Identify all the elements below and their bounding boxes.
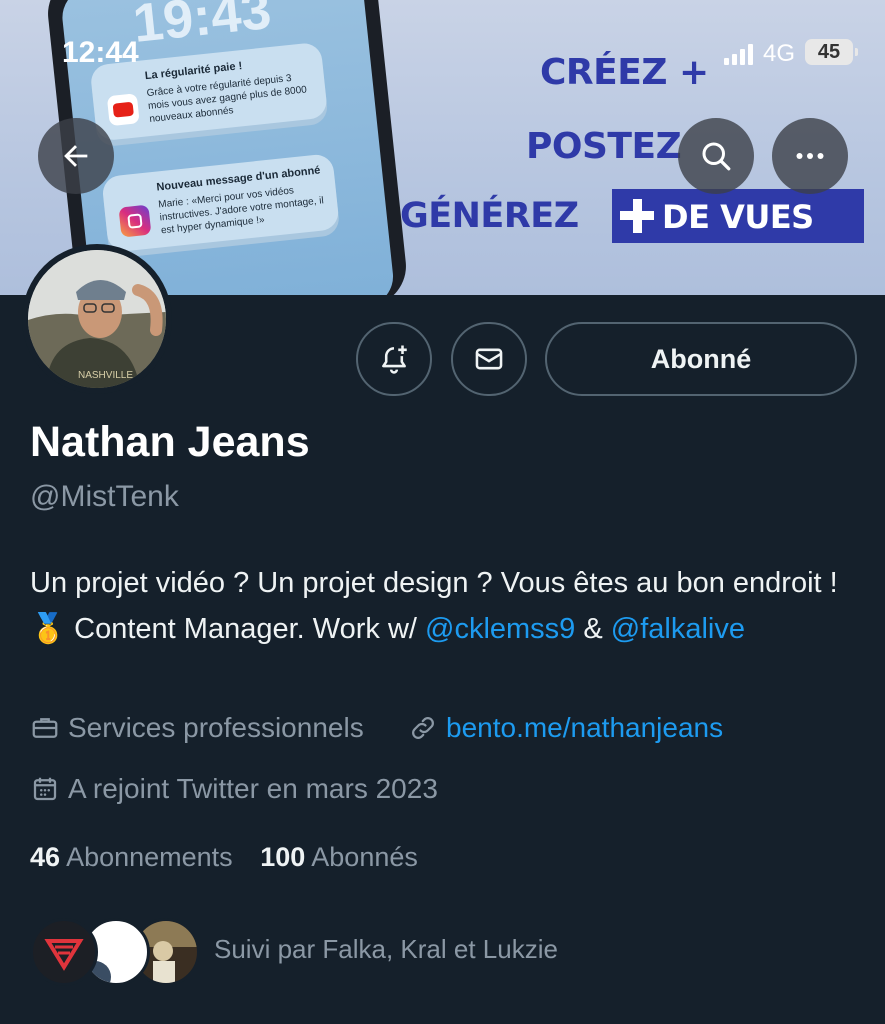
followed-by-text[interactable]: Suivi par Falka, Kral et Lukzie: [214, 934, 558, 965]
network-type: 4G: [762, 40, 795, 67]
briefcase-icon: [32, 718, 58, 738]
search-icon: [702, 142, 731, 171]
search-button[interactable]: [678, 118, 754, 194]
mention-link[interactable]: @cklemss9: [425, 613, 575, 645]
profile-bio: Un projet vidéo ? Un projet design ? Vou…: [30, 567, 838, 645]
cellular-signal-icon: [724, 43, 753, 65]
follower-avatar: [30, 918, 98, 986]
avatar[interactable]: NASHVILLE: [22, 244, 172, 394]
back-button[interactable]: [38, 118, 114, 194]
medal-emoji: 🥇: [30, 612, 67, 645]
profile-name: Nathan Jeans: [30, 418, 310, 466]
instagram-icon: [118, 204, 152, 238]
status-time: 12:44: [62, 36, 139, 69]
website-link[interactable]: bento.me/nathanjeans: [446, 712, 723, 744]
banner-slogan: POSTEZ: [526, 126, 682, 167]
follow-stats: 46 Abonnements 100 Abonnés: [30, 842, 418, 873]
following-link[interactable]: 46 Abonnements: [30, 842, 233, 872]
message-button[interactable]: [451, 322, 527, 396]
status-bar: 12:44 4G 45: [62, 36, 858, 70]
notify-button[interactable]: [356, 322, 432, 396]
followed-by-avatars[interactable]: [30, 918, 200, 986]
more-button[interactable]: [772, 118, 848, 194]
profile-website[interactable]: bento.me/nathanjeans: [408, 712, 723, 744]
envelope-icon: [475, 348, 503, 370]
mention-link[interactable]: @falkalive: [611, 613, 745, 645]
banner-slogan: GÉNÉREZ: [400, 196, 579, 236]
youtube-icon: [106, 93, 140, 127]
avatar-photo: NASHVILLE: [28, 250, 166, 388]
bell-plus-icon: [382, 345, 407, 374]
followers-link[interactable]: 100 Abonnés: [260, 842, 418, 872]
profile-category: Services professionnels: [30, 712, 364, 744]
svg-text:NASHVILLE: NASHVILLE: [78, 370, 133, 381]
battery-icon: 45: [805, 39, 858, 65]
profile-joined: A rejoint Twitter en mars 2023: [30, 773, 438, 805]
more-horizontal-icon: [796, 153, 824, 159]
following-button[interactable]: Abonné: [545, 322, 857, 396]
calendar-icon: [33, 777, 57, 801]
arrow-left-icon: [64, 145, 88, 167]
banner-slogan-box: DE VUES: [612, 189, 864, 243]
link-icon: [412, 717, 434, 739]
plus-icon: [620, 199, 654, 233]
banner-notification: Nouveau message d'un abonné Marie : «Mer…: [101, 153, 340, 253]
profile-handle: @MistTenk: [30, 480, 179, 513]
